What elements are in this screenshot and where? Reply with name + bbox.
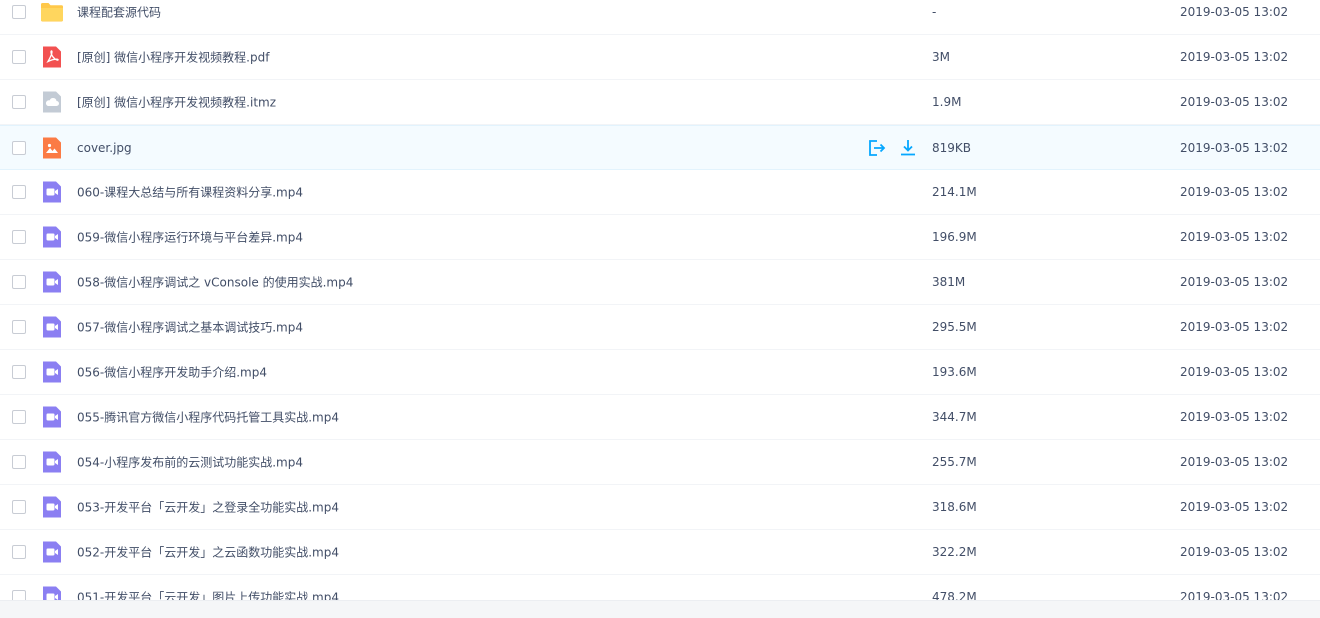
file-row[interactable]: 053-开发平台「云开发」之登录全功能实战.mp4 318.6M 2019-03…	[0, 485, 1320, 530]
file-name[interactable]: 课程配套源代码	[77, 4, 161, 21]
file-row[interactable]: 052-开发平台「云开发」之云函数功能实战.mp4 322.2M 2019-03…	[0, 530, 1320, 575]
file-row[interactable]: 059-微信小程序运行环境与平台差异.mp4 196.9M 2019-03-05…	[0, 215, 1320, 260]
file-size: 819KB	[932, 140, 972, 155]
file-date: 2019-03-05 13:02	[1180, 590, 1289, 600]
file-date: 2019-03-05 13:02	[1180, 185, 1289, 199]
row-actions	[866, 138, 918, 158]
row-checkbox[interactable]	[12, 185, 26, 199]
row-checkbox[interactable]	[12, 410, 26, 424]
download-icon	[898, 138, 918, 158]
file-row[interactable]: 055-腾讯官方微信小程序代码托管工具实战.mp4 344.7M 2019-03…	[0, 395, 1320, 440]
file-size: 344.7M	[932, 410, 977, 424]
video-file-icon	[40, 180, 64, 204]
file-name[interactable]: 059-微信小程序运行环境与平台差异.mp4	[77, 229, 303, 246]
file-date: 2019-03-05 13:02	[1180, 95, 1289, 109]
row-checkbox[interactable]	[12, 590, 26, 600]
video-file-icon	[40, 360, 64, 384]
file-name[interactable]: [原创] 微信小程序开发视频教程.itmz	[77, 94, 276, 111]
file-size: 214.1M	[932, 185, 977, 199]
video-file-icon	[40, 270, 64, 294]
share-button[interactable]	[866, 138, 886, 158]
file-size: 3M	[932, 50, 950, 64]
file-row[interactable]: [原创] 微信小程序开发视频教程.itmz 1.9M 2019-03-05 13…	[0, 80, 1320, 125]
row-checkbox[interactable]	[12, 230, 26, 244]
file-row[interactable]: 057-微信小程序调试之基本调试技巧.mp4 295.5M 2019-03-05…	[0, 305, 1320, 350]
file-name[interactable]: 057-微信小程序调试之基本调试技巧.mp4	[77, 319, 303, 336]
file-date: 2019-03-05 13:02	[1180, 545, 1289, 559]
file-date: 2019-03-05 13:02	[1180, 5, 1289, 19]
file-name[interactable]: 055-腾讯官方微信小程序代码托管工具实战.mp4	[77, 409, 339, 426]
file-list: 课程配套源代码 - 2019-03-05 13:02 [原创] 微信小程序开发视…	[0, 0, 1320, 600]
file-row[interactable]: 课程配套源代码 - 2019-03-05 13:02	[0, 0, 1320, 35]
file-name[interactable]: cover.jpg	[77, 141, 132, 155]
file-row[interactable]: 054-小程序发布前的云测试功能实战.mp4 255.7M 2019-03-05…	[0, 440, 1320, 485]
cloud-file-icon	[40, 90, 64, 114]
file-size: 196.9M	[932, 230, 977, 244]
file-date: 2019-03-05 13:02	[1180, 230, 1289, 244]
file-date: 2019-03-05 13:02	[1180, 50, 1289, 64]
file-row[interactable]: 058-微信小程序调试之 vConsole 的使用实战.mp4 381M 201…	[0, 260, 1320, 305]
row-checkbox[interactable]	[12, 365, 26, 379]
file-row[interactable]: 056-微信小程序开发助手介绍.mp4 193.6M 2019-03-05 13…	[0, 350, 1320, 395]
file-name[interactable]: 053-开发平台「云开发」之登录全功能实战.mp4	[77, 499, 339, 516]
file-size: 255.7M	[932, 455, 977, 469]
file-size: 478.2M	[932, 590, 977, 600]
file-size: 322.2M	[932, 545, 977, 559]
file-size: 318.6M	[932, 500, 977, 514]
file-name[interactable]: 051-开发平台「云开发」图片上传功能实战.mp4	[77, 589, 339, 601]
row-checkbox[interactable]	[12, 275, 26, 289]
row-checkbox[interactable]	[12, 455, 26, 469]
video-file-icon	[40, 405, 64, 429]
file-date: 2019-03-05 13:02	[1180, 500, 1289, 514]
file-name[interactable]: 058-微信小程序调试之 vConsole 的使用实战.mp4	[77, 274, 353, 291]
video-file-icon	[40, 495, 64, 519]
video-file-icon	[40, 225, 64, 249]
pdf-file-icon	[40, 45, 64, 69]
video-file-icon	[40, 450, 64, 474]
file-size: -	[932, 5, 937, 19]
file-name[interactable]: [原创] 微信小程序开发视频教程.pdf	[77, 49, 269, 66]
row-checkbox[interactable]	[12, 50, 26, 64]
file-row[interactable]: 060-课程大总结与所有课程资料分享.mp4 214.1M 2019-03-05…	[0, 170, 1320, 215]
row-checkbox[interactable]	[12, 95, 26, 109]
file-date: 2019-03-05 13:02	[1180, 140, 1289, 155]
file-row[interactable]: [原创] 微信小程序开发视频教程.pdf 3M 2019-03-05 13:02	[0, 35, 1320, 80]
file-size: 1.9M	[932, 95, 962, 109]
folder-icon	[40, 0, 64, 24]
row-checkbox[interactable]	[12, 320, 26, 334]
file-date: 2019-03-05 13:02	[1180, 320, 1289, 334]
download-button[interactable]	[898, 138, 918, 158]
file-date: 2019-03-05 13:02	[1180, 455, 1289, 469]
file-row[interactable]: cover.jpg 819KB 2019-03-05 13:02	[0, 125, 1320, 170]
image-file-icon	[40, 136, 64, 160]
file-size: 381M	[932, 275, 966, 289]
file-size: 295.5M	[932, 320, 977, 334]
video-file-icon	[40, 540, 64, 564]
file-name[interactable]: 056-微信小程序开发助手介绍.mp4	[77, 364, 267, 381]
file-date: 2019-03-05 13:02	[1180, 365, 1289, 379]
file-size: 193.6M	[932, 365, 977, 379]
row-checkbox[interactable]	[12, 5, 26, 19]
file-name[interactable]: 052-开发平台「云开发」之云函数功能实战.mp4	[77, 544, 339, 561]
file-name[interactable]: 060-课程大总结与所有课程资料分享.mp4	[77, 184, 303, 201]
share-icon	[866, 138, 886, 158]
horizontal-scrollbar[interactable]	[0, 600, 1320, 618]
row-checkbox[interactable]	[12, 545, 26, 559]
file-date: 2019-03-05 13:02	[1180, 275, 1289, 289]
video-file-icon	[40, 585, 64, 600]
file-row[interactable]: 051-开发平台「云开发」图片上传功能实战.mp4 478.2M 2019-03…	[0, 575, 1320, 600]
file-name[interactable]: 054-小程序发布前的云测试功能实战.mp4	[77, 454, 303, 471]
row-checkbox[interactable]	[12, 140, 26, 155]
file-date: 2019-03-05 13:02	[1180, 410, 1289, 424]
row-checkbox[interactable]	[12, 500, 26, 514]
video-file-icon	[40, 315, 64, 339]
